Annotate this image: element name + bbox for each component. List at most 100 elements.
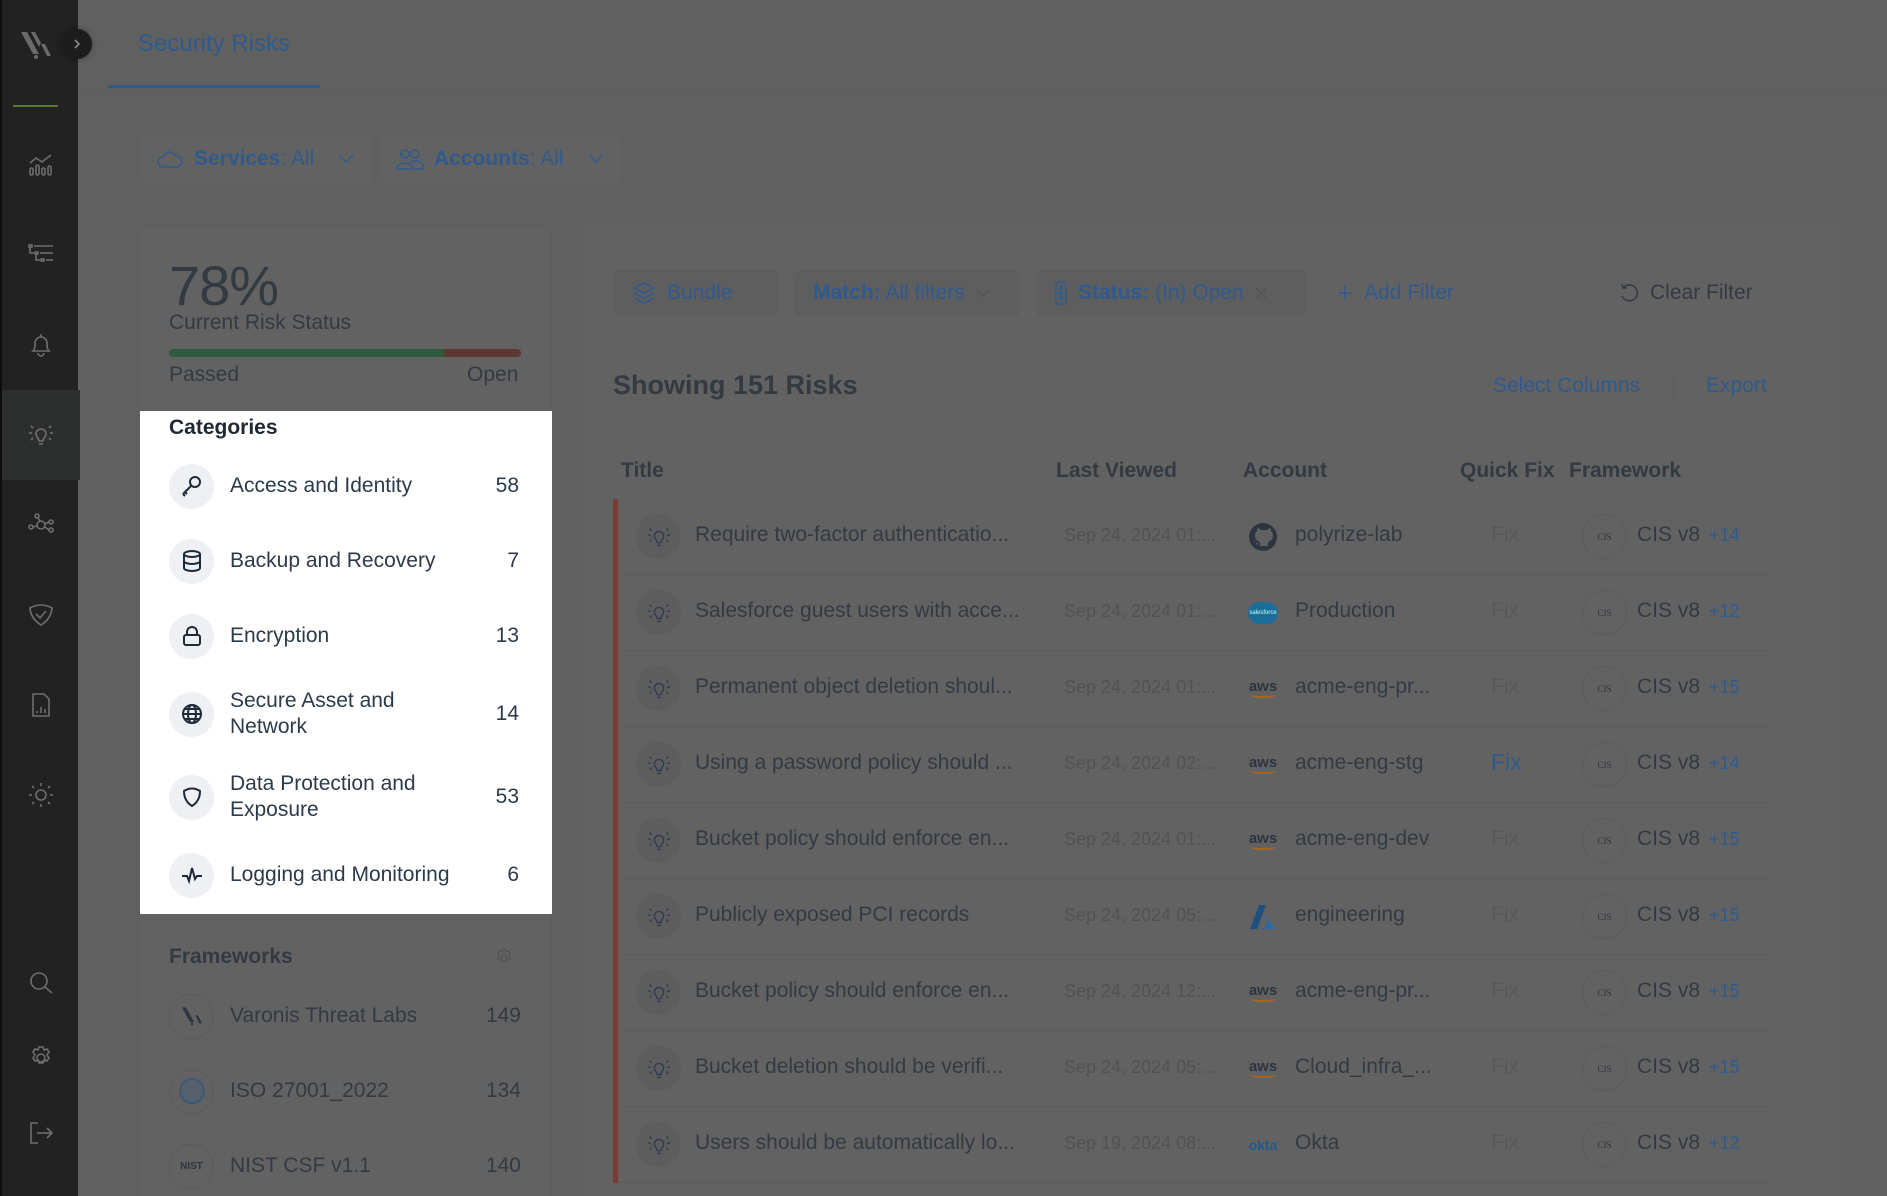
quick-fix-button: Fix: [1491, 903, 1519, 926]
sidebar-item-theme[interactable]: [2, 750, 80, 840]
risk-title[interactable]: Salesforce guest users with acce...: [695, 599, 1020, 623]
lightbulb-icon: [647, 1135, 670, 1154]
match-filter-dropdown[interactable]: Match: All filters: [795, 270, 1020, 316]
sidebar-item-hierarchy[interactable]: [2, 210, 80, 300]
services-filter-dropdown[interactable]: Services: All: [140, 135, 373, 183]
sidebar-item-logout[interactable]: [2, 1088, 80, 1178]
sidebar-item-alerts[interactable]: [2, 300, 80, 390]
risk-title[interactable]: Users should be automatically lo...: [695, 1131, 1015, 1155]
category-item[interactable]: Backup and Recovery 7: [169, 531, 519, 591]
risk-title[interactable]: Bucket deletion should be verifi...: [695, 1055, 1003, 1079]
lightbulb-icon: [647, 755, 670, 774]
last-viewed: Sep 24, 2024 01:...: [1064, 829, 1217, 849]
risk-title[interactable]: Require two-factor authenticatio...: [695, 523, 1009, 547]
plus-icon: [1338, 286, 1352, 300]
accounts-filter-value: All: [540, 147, 564, 170]
risk-title[interactable]: Publicly exposed PCI records: [695, 903, 969, 927]
match-value: All filters: [885, 281, 965, 304]
status-filter-chip[interactable]: Status: (In) Open: [1036, 270, 1306, 316]
table-row[interactable]: Publicly exposed PCI records Sep 24, 202…: [613, 879, 1773, 955]
more-frameworks-badge[interactable]: +15: [1709, 1057, 1740, 1078]
column-header-framework[interactable]: Framework: [1569, 459, 1681, 483]
export-button[interactable]: Export: [1706, 374, 1767, 398]
more-frameworks-badge[interactable]: +14: [1709, 525, 1740, 546]
table-row[interactable]: Users should be automatically lo... Sep …: [613, 1107, 1773, 1183]
sidebar-item-risks[interactable]: [2, 390, 80, 480]
risk-bar-passed-segment: [169, 349, 444, 357]
more-frameworks-badge[interactable]: +15: [1709, 905, 1740, 926]
more-frameworks-badge[interactable]: +15: [1709, 677, 1740, 698]
risk-status-percent: 78%: [169, 254, 279, 317]
reset-icon: [1621, 283, 1639, 302]
remove-filter-close-icon[interactable]: [1254, 286, 1268, 300]
clear-filter-button[interactable]: Clear Filter: [1600, 270, 1771, 316]
lightbulb-icon: [647, 831, 670, 850]
table-row[interactable]: Using a password policy should ... Sep 2…: [613, 727, 1773, 803]
frameworks-settings-gear-icon[interactable]: [493, 947, 515, 969]
bundle-button[interactable]: Bundle: [613, 270, 778, 316]
lightbulb-icon: [647, 983, 670, 1002]
risk-title[interactable]: Permanent object deletion shoul...: [695, 675, 1013, 699]
table-row[interactable]: Require two-factor authenticatio... Sep …: [613, 499, 1773, 575]
shield-check-icon: [29, 604, 53, 626]
iso-seal-icon: [178, 1078, 205, 1104]
framework-item[interactable]: Varonis Threat Labs 149: [169, 993, 521, 1039]
table-row[interactable]: Permanent object deletion shoul... Sep 2…: [613, 651, 1773, 727]
framework-item[interactable]: NIST NIST CSF v1.1 140: [169, 1143, 521, 1189]
passed-label: Passed: [169, 363, 240, 386]
varonis-logo-icon[interactable]: [19, 30, 53, 60]
okta-logo-icon: okta: [1248, 1137, 1278, 1153]
sidebar-item-graph[interactable]: [2, 480, 80, 570]
account-name: engineering: [1295, 903, 1405, 926]
more-frameworks-badge[interactable]: +14: [1709, 753, 1740, 774]
toolbar-divider: [1673, 372, 1674, 404]
tab-security-risks[interactable]: Security Risks: [108, 26, 320, 88]
category-label: Backup and Recovery: [230, 549, 436, 572]
framework-name: CIS v8: [1637, 1055, 1701, 1078]
risk-title[interactable]: Using a password policy should ...: [695, 751, 1013, 775]
traffic-light-icon: [1055, 281, 1067, 305]
accounts-filter-dropdown[interactable]: Accounts: All: [380, 135, 622, 183]
sidebar-item-reports[interactable]: [2, 660, 80, 750]
aws-logo-icon: aws: [1249, 1059, 1277, 1078]
category-item[interactable]: Data Protection and Exposure 53: [169, 767, 519, 827]
category-label: Encryption: [230, 624, 330, 647]
add-filter-button[interactable]: Add Filter: [1318, 270, 1472, 316]
column-header-account[interactable]: Account: [1243, 459, 1327, 483]
analytics-icon: [29, 154, 52, 176]
bundle-label: Bundle: [667, 281, 733, 304]
sidebar-item-analytics[interactable]: [2, 120, 80, 210]
last-viewed: Sep 24, 2024 05:...: [1064, 905, 1217, 925]
category-item[interactable]: Encryption 13: [169, 606, 519, 666]
framework-item[interactable]: ISO 27001_2022 134: [169, 1068, 521, 1114]
sidebar-item-compliance[interactable]: [2, 570, 80, 660]
category-item[interactable]: Access and Identity 58: [169, 456, 519, 516]
table-row[interactable]: Salesforce guest users with acce... Sep …: [613, 575, 1773, 651]
quick-fix-button: Fix: [1491, 827, 1519, 850]
column-header-last-viewed[interactable]: Last Viewed: [1056, 459, 1177, 483]
risk-title[interactable]: Bucket policy should enforce en...: [695, 827, 1009, 851]
quick-fix-button[interactable]: Fix: [1491, 749, 1522, 776]
network-nodes-icon: [28, 513, 54, 533]
category-count: 7: [507, 549, 519, 572]
varonis-logo-icon: [181, 1007, 202, 1026]
column-header-quick-fix[interactable]: Quick Fix: [1460, 459, 1555, 483]
framework-name: CIS v8: [1637, 827, 1701, 850]
table-row[interactable]: Bucket policy should enforce en... Sep 2…: [613, 803, 1773, 879]
more-frameworks-badge[interactable]: +12: [1709, 1133, 1740, 1154]
more-frameworks-badge[interactable]: +15: [1709, 829, 1740, 850]
more-frameworks-badge[interactable]: +15: [1709, 981, 1740, 1002]
category-item[interactable]: Logging and Monitoring 6: [169, 845, 519, 905]
category-item[interactable]: Secure Asset and Network 14: [169, 684, 519, 744]
column-header-title[interactable]: Title: [621, 459, 664, 483]
framework-name: CIS v8: [1637, 751, 1701, 774]
more-frameworks-badge[interactable]: +12: [1709, 601, 1740, 622]
table-row[interactable]: Bucket policy should enforce en... Sep 2…: [613, 955, 1773, 1031]
select-columns-button[interactable]: Select Columns: [1493, 374, 1640, 398]
framework-label: ISO 27001_2022: [230, 1079, 389, 1102]
risk-title[interactable]: Bucket policy should enforce en...: [695, 979, 1009, 1003]
table-row[interactable]: Bucket deletion should be verifi... Sep …: [613, 1031, 1773, 1107]
cis-logo-icon: CIS: [1582, 1122, 1627, 1167]
sidebar-expand-button[interactable]: [62, 29, 92, 59]
cis-logo-icon: CIS: [1582, 970, 1627, 1015]
